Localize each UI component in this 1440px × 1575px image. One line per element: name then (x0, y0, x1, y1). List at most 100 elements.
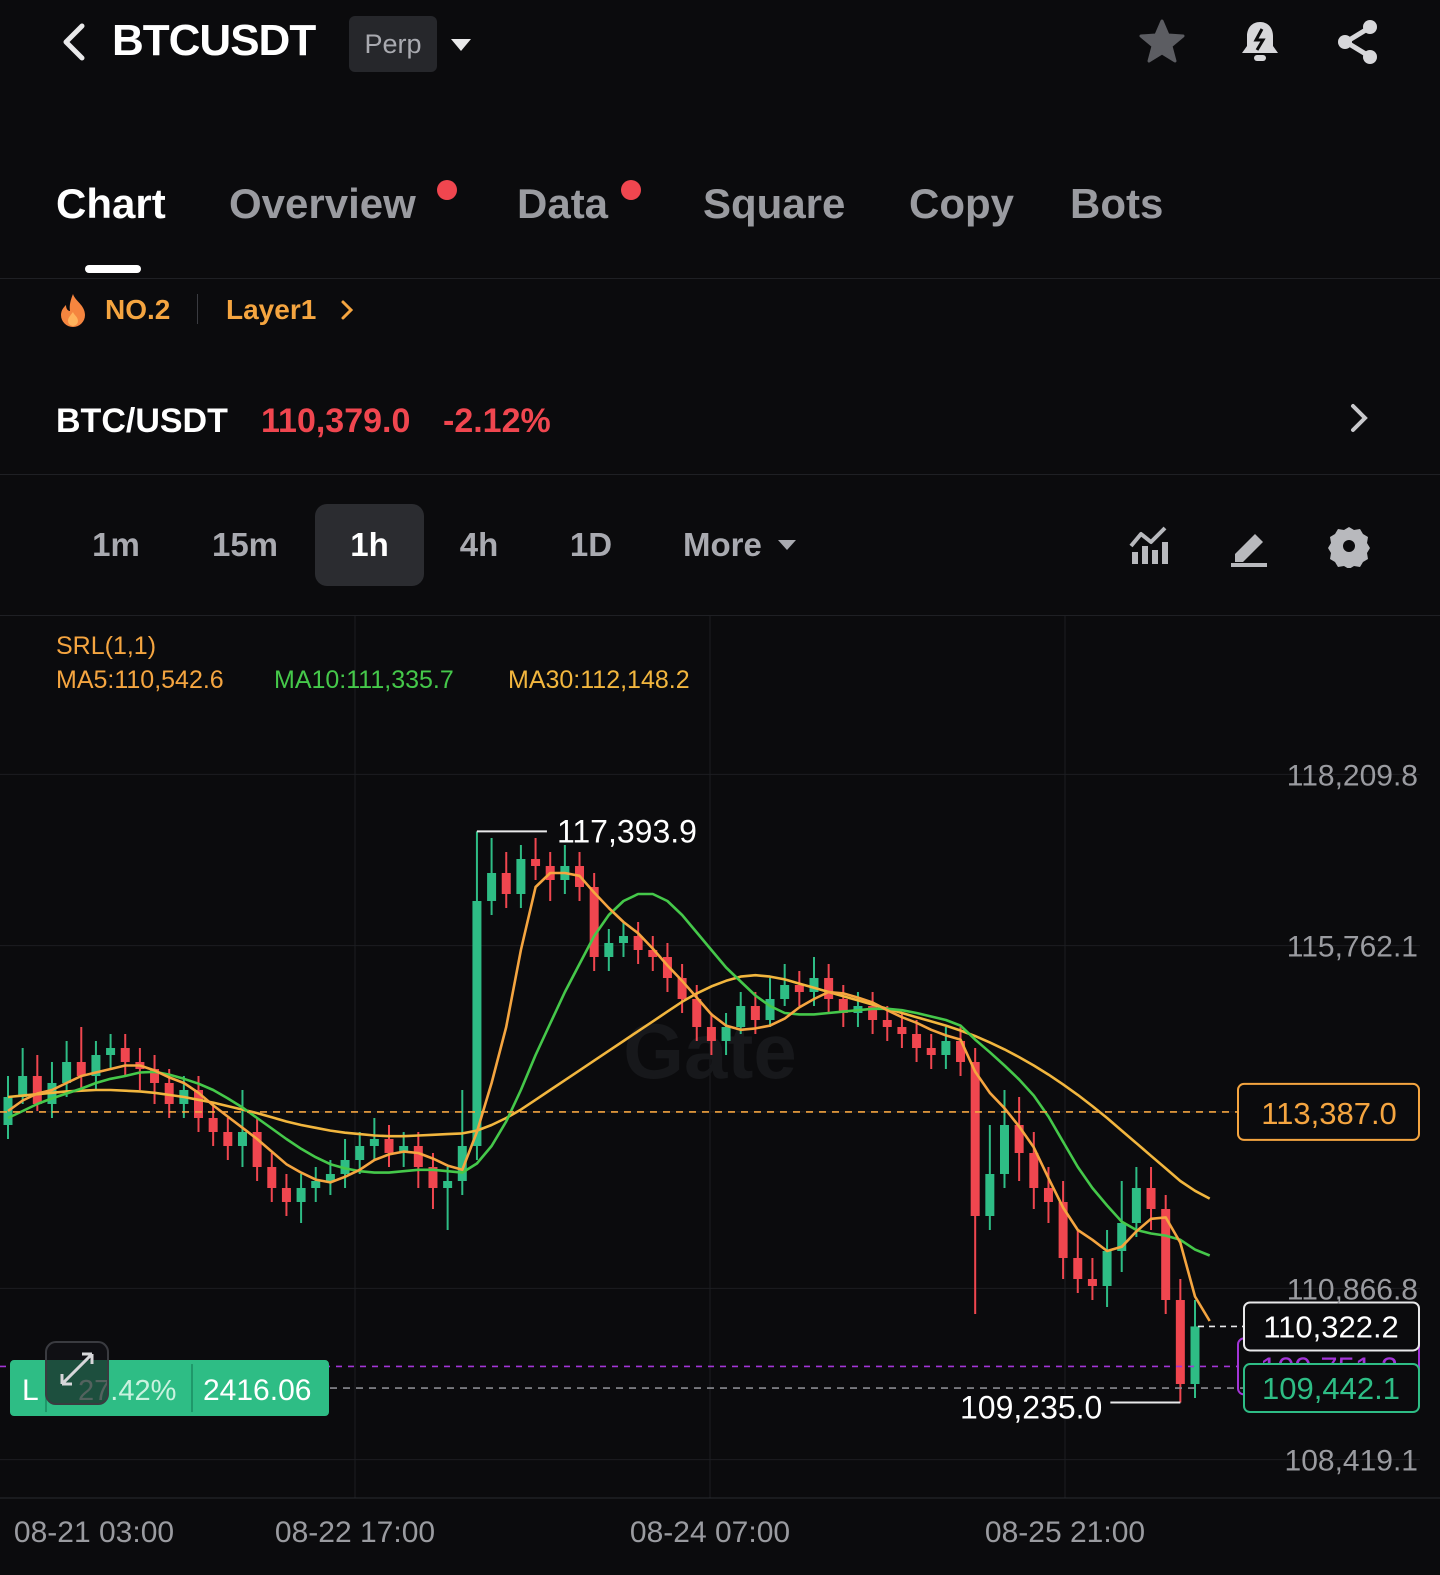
candle-down (1029, 1153, 1039, 1188)
candle-up (106, 1048, 116, 1055)
x-axis-tick-label: 08-24 07:00 (630, 1516, 790, 1549)
pair-change: -2.12% (443, 402, 551, 440)
entry-price-label: 109,442.1 (1262, 1371, 1400, 1406)
interval-4h[interactable]: 4h (441, 504, 517, 586)
ma30-legend: MA30:112,148.2 (508, 666, 690, 694)
candle-down (692, 999, 702, 1027)
candle-up (736, 1006, 746, 1027)
y-axis-tick-label: 110,866.8 (1287, 1273, 1418, 1306)
candle-up (516, 859, 526, 894)
position-side: L (22, 1374, 39, 1407)
low-price-label: 109,235.0 (960, 1390, 1102, 1426)
candle-up (443, 1181, 453, 1188)
candle-up (1102, 1251, 1112, 1286)
indicator-title: SRL(1,1) (56, 632, 157, 660)
interval-1m[interactable]: 1m (76, 504, 156, 586)
indicators-icon[interactable] (1127, 524, 1171, 568)
tab-bots[interactable]: Bots (1070, 180, 1163, 228)
high-price-label: 117,393.9 (557, 813, 697, 849)
y-axis-tick-label: 118,209.8 (1287, 759, 1418, 792)
rank-category[interactable]: Layer1 (226, 294, 316, 326)
back-icon[interactable] (56, 20, 90, 64)
candle-down (1073, 1258, 1083, 1279)
interval-1h[interactable]: 1h (315, 504, 424, 586)
rank-row[interactable]: NO.2 Layer1 (0, 280, 1440, 340)
candle-down (1043, 1188, 1053, 1202)
x-axis-tick-label: 08-21 03:00 (14, 1516, 174, 1549)
draw-pencil-icon[interactable] (1227, 524, 1271, 568)
alert-price-label: 113,387.0 (1261, 1096, 1397, 1131)
ma5-legend: MA5:110,542.6 (56, 666, 224, 694)
candle-down (926, 1048, 936, 1055)
x-axis-tick-label: 08-25 21:00 (985, 1516, 1145, 1549)
pair-name: BTC/USDT (56, 402, 228, 440)
candle-up (765, 999, 775, 1020)
candle-up (1190, 1326, 1200, 1384)
settings-gear-icon[interactable] (1327, 524, 1371, 568)
candle-down (384, 1139, 394, 1153)
candle-up (237, 1132, 247, 1146)
ma10-legend: MA10:111,335.7 (274, 666, 454, 694)
candle-down (223, 1132, 233, 1146)
pair-price: 110,379.0 (261, 402, 411, 440)
star-icon[interactable] (1138, 18, 1186, 66)
chevron-down-icon[interactable] (449, 36, 473, 54)
candlestick-chart[interactable]: Gate 117,393.9109,235.0113,387.0109,751.… (0, 616, 1440, 1575)
candle-up (1131, 1188, 1141, 1223)
collapse-icon[interactable] (45, 1341, 109, 1406)
candle-up (472, 901, 482, 1146)
candle-down (750, 1006, 760, 1020)
candle-down (1087, 1279, 1097, 1286)
candle-up (999, 1125, 1009, 1174)
tab-overview[interactable]: Overview (229, 180, 416, 228)
bell-icon[interactable] (1236, 18, 1284, 66)
tab-data[interactable]: Data (517, 180, 608, 228)
candle-up (780, 985, 790, 999)
candle-down (208, 1118, 218, 1132)
tab-chart[interactable]: Chart (56, 180, 166, 228)
candle-up (487, 873, 497, 901)
main-tabs: Chart Overview Data Square Copy Bots (0, 160, 1440, 279)
fire-icon (61, 294, 85, 327)
candle-down (531, 859, 541, 866)
more-label: More (683, 526, 762, 563)
share-icon[interactable] (1334, 18, 1382, 66)
candle-up (355, 1146, 365, 1160)
candle-up (296, 1188, 306, 1202)
y-axis-tick-label: 108,419.1 (1285, 1445, 1418, 1478)
candle-down (897, 1027, 907, 1034)
candle-down (32, 1076, 42, 1104)
interval-1d[interactable]: 1D (555, 504, 627, 586)
last-price-label: 110,322.2 (1263, 1309, 1399, 1344)
candle-up (62, 1062, 72, 1083)
x-axis-tick-label: 08-22 17:00 (275, 1516, 435, 1549)
candle-down (912, 1034, 922, 1048)
tab-copy[interactable]: Copy (909, 180, 1014, 228)
candle-down (1175, 1300, 1185, 1384)
position-size: 2416.06 (203, 1374, 311, 1407)
symbol-title[interactable]: BTCUSDT (112, 16, 316, 66)
candle-down (120, 1048, 130, 1062)
top-bar: BTCUSDT Perp (0, 0, 1440, 90)
candle-down (281, 1188, 291, 1202)
price-chart[interactable]: Gate 117,393.9109,235.0113,387.0109,751.… (0, 616, 1440, 1575)
chevron-down-icon (777, 540, 796, 550)
contract-type-badge[interactable]: Perp (349, 16, 437, 72)
divider (197, 294, 198, 324)
notification-dot (437, 180, 457, 200)
interval-selector: 1m 15m 1h 4h 1D More (0, 500, 1440, 616)
candle-up (618, 936, 628, 943)
rank-number: NO.2 (105, 294, 171, 325)
candle-down (76, 1062, 86, 1076)
tab-square[interactable]: Square (703, 180, 845, 228)
candle-up (985, 1174, 995, 1216)
interval-more-dropdown[interactable]: More (670, 504, 820, 586)
candle-down (706, 1027, 716, 1041)
notification-dot (621, 180, 641, 200)
candle-down (882, 1020, 892, 1027)
candle-down (501, 873, 511, 894)
candle-up (721, 1027, 731, 1041)
chevron-right-icon[interactable] (1346, 400, 1372, 436)
interval-15m[interactable]: 15m (195, 504, 295, 586)
pair-summary[interactable]: BTC/USDT 110,379.0 -2.12% (0, 380, 1440, 475)
